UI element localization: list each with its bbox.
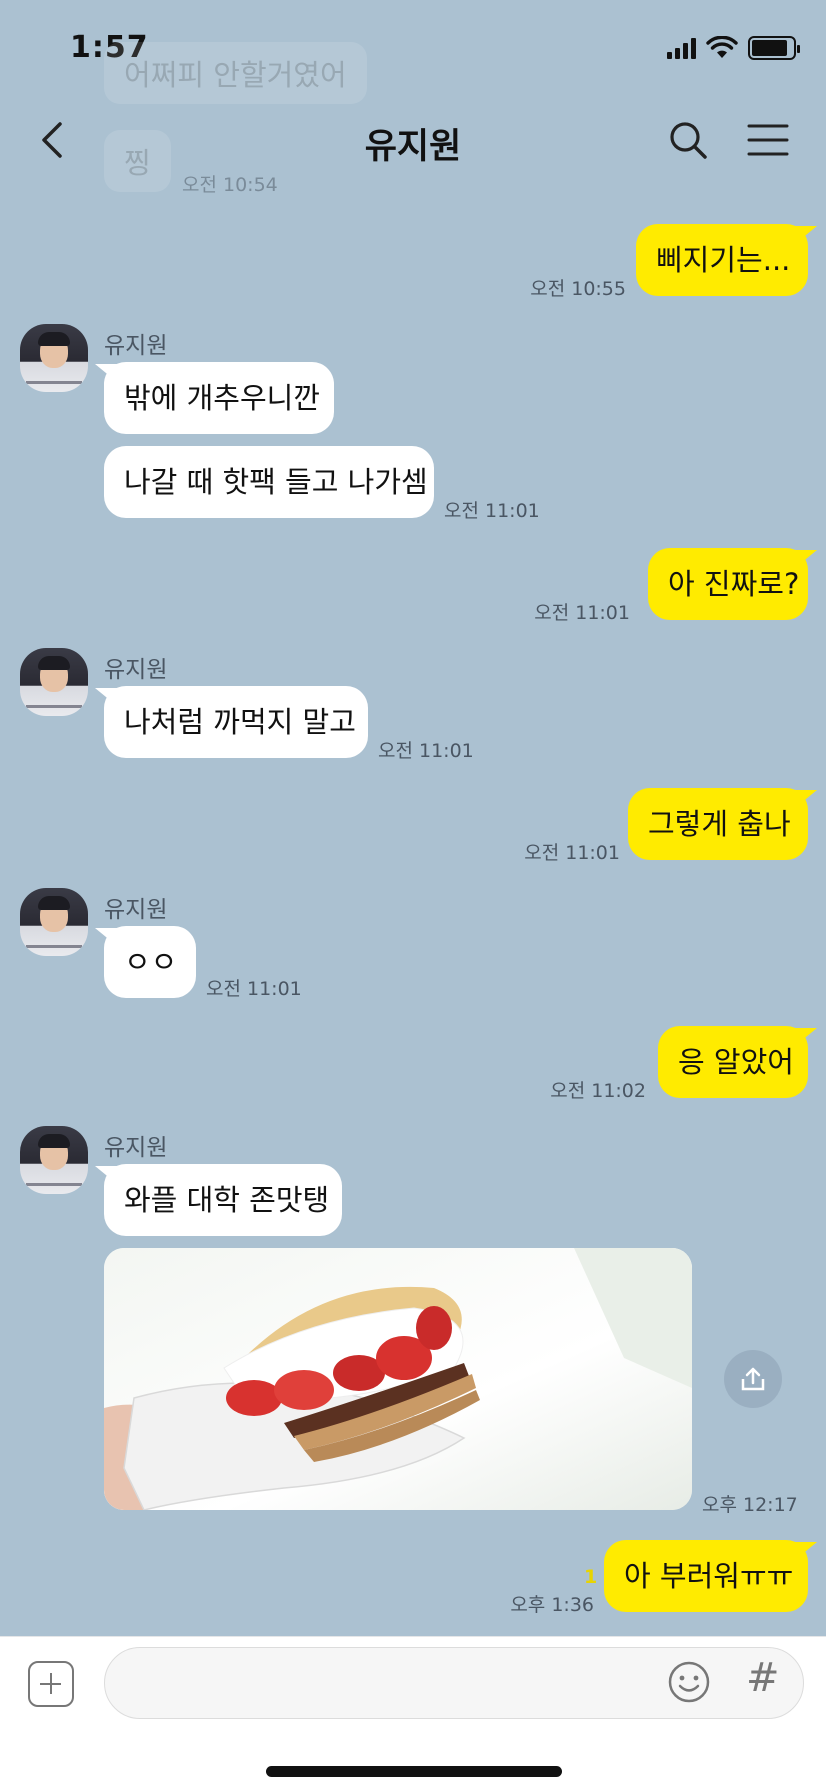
emoji-icon [668, 1661, 710, 1703]
share-button[interactable] [724, 1350, 782, 1408]
search-icon [670, 122, 707, 159]
battery-icon [748, 36, 800, 60]
outgoing-message[interactable]: 삐지기는... [636, 224, 808, 296]
outgoing-message[interactable]: 아 진짜로? [648, 548, 808, 620]
sender-name: 유지원 [104, 1135, 168, 1161]
message-timestamp: 오후 12:17 [702, 1494, 798, 1516]
home-indicator[interactable] [266, 1766, 562, 1777]
avatar[interactable] [20, 888, 88, 956]
message-timestamp: 오전 11:02 [550, 1080, 646, 1102]
message-timestamp: 오전 11:01 [524, 842, 620, 864]
unread-count: 1 [584, 1566, 598, 1588]
incoming-message[interactable]: 와플 대학 존맛탱 [104, 1164, 342, 1236]
chat-header: 유지원 [0, 100, 826, 180]
sender-name: 유지원 [104, 897, 168, 923]
avatar[interactable] [20, 648, 88, 716]
message-timestamp: 오전 11:01 [444, 500, 540, 522]
plus-square-icon[interactable] [28, 1661, 74, 1707]
message-timestamp: 오후 1:36 [510, 1594, 594, 1616]
menu-button[interactable] [746, 118, 790, 162]
sender-name: 유지원 [104, 333, 168, 359]
message-timestamp: 오전 11:01 [534, 602, 630, 624]
cellular-signal-icon [667, 37, 696, 59]
outgoing-message[interactable]: 응 알았어 [658, 1026, 808, 1098]
sender-name: 유지원 [104, 657, 168, 683]
status-icons [667, 36, 800, 60]
avatar[interactable] [20, 1126, 88, 1194]
search-button[interactable] [666, 118, 710, 162]
message-timestamp: 오전 11:01 [206, 978, 302, 1000]
avatar[interactable] [20, 324, 88, 392]
hashtag-button[interactable]: # [746, 1655, 780, 1701]
incoming-message[interactable]: 나갈 때 핫팩 들고 나가셈 [104, 446, 434, 518]
waffle-photo [104, 1248, 692, 1510]
share-icon [741, 1367, 765, 1391]
message-timestamp: 오전 10:55 [530, 278, 626, 300]
hamburger-menu-icon [747, 124, 789, 156]
incoming-message[interactable]: 밖에 개추우니깐 [104, 362, 334, 434]
emoji-button[interactable] [666, 1659, 712, 1705]
outgoing-message[interactable]: 그렇게 춥나 [628, 788, 808, 860]
wifi-icon [706, 36, 738, 58]
incoming-message[interactable]: 나처럼 까먹지 말고 [104, 686, 368, 758]
back-button[interactable] [34, 118, 74, 162]
photo-message[interactable] [104, 1248, 692, 1510]
message-timestamp: 오전 11:01 [378, 740, 474, 762]
outgoing-message[interactable]: 아 부러워ㅠㅠ [604, 1540, 808, 1612]
chevron-left-icon [42, 122, 62, 158]
faded-message: 어쩌피 안할거였어 [104, 42, 367, 104]
incoming-message[interactable]: ㅇㅇ [104, 926, 196, 998]
